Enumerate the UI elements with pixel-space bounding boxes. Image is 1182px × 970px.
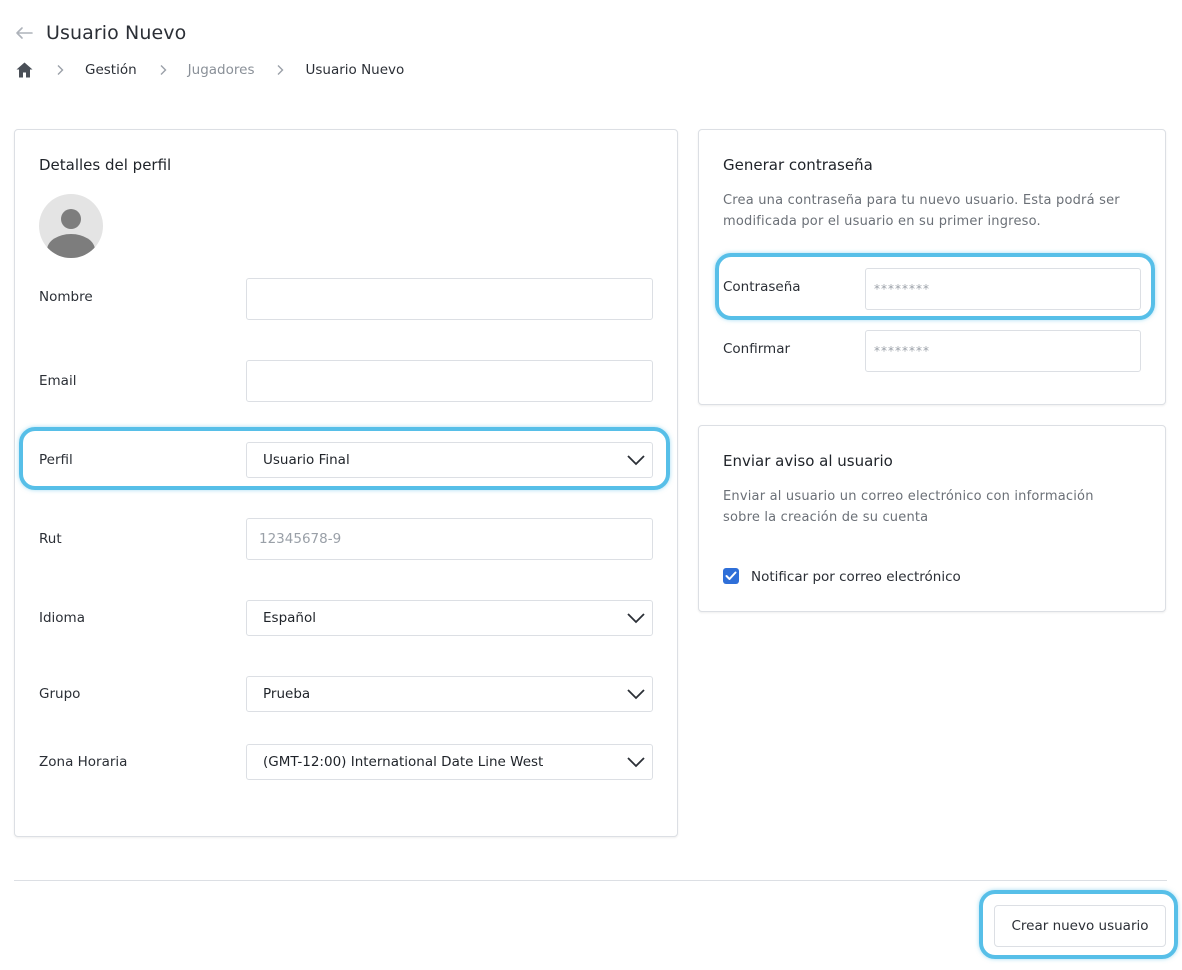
breadcrumb-jugadores[interactable]: Jugadores [188,62,255,78]
perfil-select-value: Usuario Final [263,452,350,468]
password-desc-line: Crea una contraseña para tu nuevo usuari… [723,193,1120,208]
chevron-down-icon [627,689,645,700]
perfil-select[interactable]: Usuario Final [246,442,653,478]
password-desc-line: modificada por el usuario en su primer i… [723,214,1041,229]
grupo-select-value: Prueba [263,686,311,702]
notify-email-label[interactable]: Notificar por correo electrónico [751,568,961,586]
grupo-select[interactable]: Prueba [246,676,653,712]
chevron-right-icon [157,64,169,76]
confirm-label: Confirmar [723,341,791,357]
breadcrumb-current: Usuario Nuevo [305,62,405,78]
profile-card [14,129,678,837]
confirm-password-input[interactable]: ******** [865,330,1141,372]
create-user-button[interactable]: Crear nuevo usuario [994,905,1166,947]
chevron-down-icon [627,455,645,466]
email-input[interactable] [246,360,653,402]
nombre-label: Nombre [39,289,93,305]
zona-label: Zona Horaria [39,754,128,770]
checkmark-icon [725,571,737,580]
notify-email-checkbox[interactable] [723,568,739,584]
nombre-input[interactable] [246,278,653,320]
notify-card-title: Enviar aviso al usuario [723,452,893,470]
notify-desc-line: Enviar al usuario un correo electrónico … [723,489,1094,504]
footer-divider [14,880,1167,881]
page-title: Usuario Nuevo [46,22,187,44]
notify-desc-line: sobre la creación de su cuenta [723,510,929,525]
breadcrumb: Gestión Jugadores Usuario Nuevo [15,59,404,81]
idioma-select[interactable]: Español [246,600,653,636]
back-arrow-icon[interactable] [14,26,34,40]
zona-select[interactable]: (GMT-12:00) International Date Line West [246,744,653,780]
perfil-label: Perfil [39,452,73,468]
password-card-title: Generar contraseña [723,156,873,174]
chevron-right-icon [274,64,286,76]
home-icon[interactable] [15,61,34,80]
rut-input[interactable]: 12345678-9 [246,518,653,560]
idioma-label: Idioma [39,610,85,626]
rut-label: Rut [39,531,62,547]
notify-card-description: Enviar al usuario un correo electrónico … [723,486,1094,528]
password-card-description: Crea una contraseña para tu nuevo usuari… [723,190,1120,232]
grupo-label: Grupo [39,686,81,702]
chevron-down-icon [627,613,645,624]
breadcrumb-gestion[interactable]: Gestión [85,62,137,78]
email-label: Email [39,373,77,389]
idioma-select-value: Español [263,610,316,626]
profile-card-title: Detalles del perfil [39,156,172,174]
password-label: Contraseña [723,279,801,295]
user-avatar-icon[interactable] [39,194,103,258]
page-header: Usuario Nuevo [14,18,186,48]
zona-select-value: (GMT-12:00) International Date Line West [263,754,544,770]
password-input[interactable]: ******** [865,268,1141,310]
chevron-down-icon [627,757,645,768]
chevron-right-icon [54,64,66,76]
